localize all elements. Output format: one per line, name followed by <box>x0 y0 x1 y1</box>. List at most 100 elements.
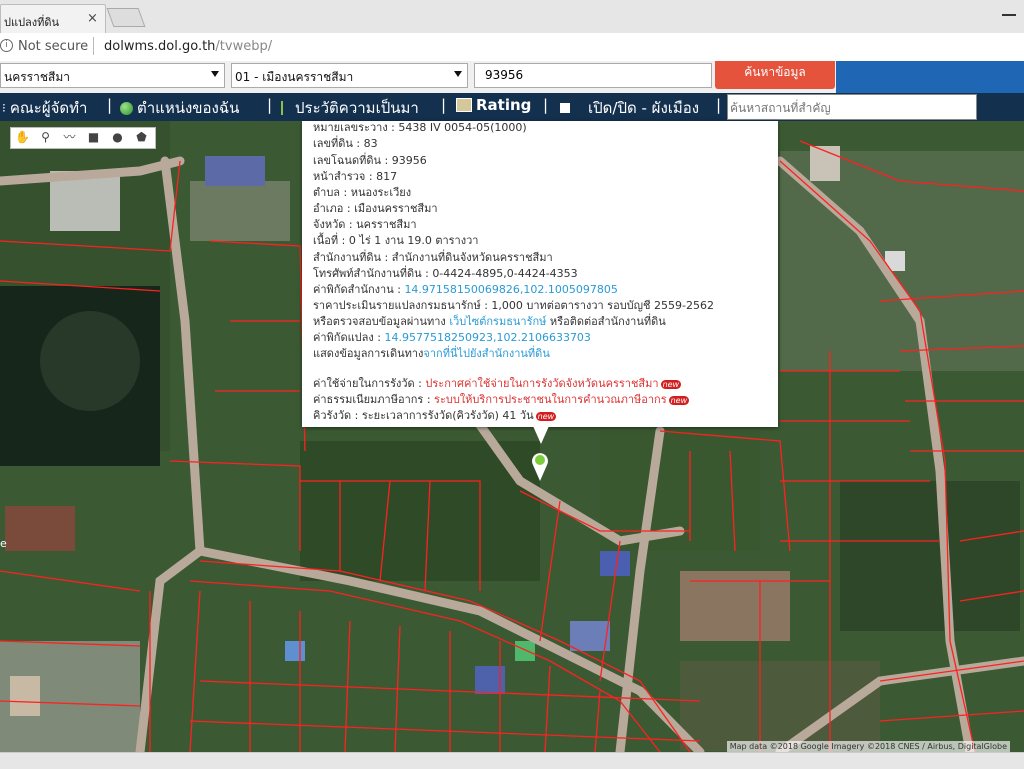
popup-pointer <box>533 426 549 444</box>
field-label: อำเภอ <box>313 202 344 215</box>
nav-separator: | <box>441 96 447 114</box>
marker-icon[interactable]: ⚲ <box>39 131 52 144</box>
nav-separator: | <box>716 96 722 114</box>
field-label: เลขโฉนดที่ดิน <box>313 154 381 167</box>
province-select[interactable]: นครราชสีมา <box>0 63 225 88</box>
district-select[interactable]: 01 - เมืองนครราชสีมา <box>231 63 468 88</box>
new-badge: new <box>660 380 682 389</box>
map-attribution: Map data ©2018 Google Imagery ©2018 CNES… <box>726 741 1010 752</box>
field-value: 5438 IV 0054-05(1000) <box>398 121 527 134</box>
pan-icon[interactable]: ✋ <box>15 131 30 144</box>
field-text: หรือติดต่อสำนักงานที่ดิน <box>549 315 666 328</box>
parcel-info-popup: หมายเลขระวาง : 5438 IV 0054-05(1000) เลข… <box>302 121 778 427</box>
field-label: หน้าสำรวจ <box>313 170 366 183</box>
field-label: ค่าธรรมเนียมภาษีอากร <box>313 393 424 406</box>
polyline-icon[interactable]: 〰 <box>63 131 76 144</box>
field-value: 83 <box>363 137 378 150</box>
nav-separator: | <box>543 96 549 114</box>
province-value: นครราชสีมา <box>4 70 70 84</box>
info-icon[interactable]: i <box>0 39 13 52</box>
field-label: เลขที่ดิน <box>313 137 353 150</box>
header-panel <box>836 61 1024 93</box>
field-label: เนื้อที่ <box>313 234 339 247</box>
status-bar <box>0 752 1024 769</box>
search-form: นครราชสีมา 01 - เมืองนครราชสีมา 93956 ค้… <box>0 61 1024 93</box>
parcel-coord-link[interactable]: 14.9577518250923,102.2106633703 <box>384 331 590 344</box>
treasury-website-link[interactable]: เว็บไซต์กรมธนารักษ์ <box>449 315 546 328</box>
route-row: แสดงข้อมูลการเดินทางจากที่นี่ไปยังสำนักง… <box>313 344 550 362</box>
nav-separator: | <box>267 96 273 114</box>
route-link[interactable]: จากที่นี่ไปยังสำนักงานที่ดิน <box>423 347 549 360</box>
nav-label: คณะผู้จัดทำ <box>9 99 88 117</box>
field-value: 817 <box>376 170 398 183</box>
divider <box>93 37 94 55</box>
place-search-input[interactable]: ค้นหาสถานที่สำคัญ <box>727 94 977 120</box>
sprout-icon <box>281 101 291 115</box>
address-bar[interactable]: i Not secure dolwms.dol.go.th/tvwebp/ <box>0 33 1024 62</box>
new-tab-button[interactable] <box>106 8 146 27</box>
nav-label: เปิด/ปิด - ผังเมือง <box>588 99 700 117</box>
dropdown-arrow-icon <box>211 71 219 77</box>
office-coord-link[interactable]: 14.97158150069826,102.1005097805 <box>404 283 617 296</box>
field-label: แสดงข้อมูลการเดินทาง <box>313 347 424 360</box>
field-label: หมายเลขระวาง <box>313 121 388 134</box>
nav-separator: | <box>107 96 113 114</box>
nav-item-zoning-toggle[interactable]: เปิด/ปิด - ผังเมือง <box>560 96 699 120</box>
tax-calculator-link[interactable]: ระบบให้บริการประชาชนในการคำนวณภาษีอากร <box>434 393 667 406</box>
field-value: สำนักงานที่ดินจังหวัดนครราชสีมา <box>391 251 553 264</box>
nav-label: ตำแหน่งของฉัน <box>137 99 240 117</box>
chart-icon <box>456 98 472 112</box>
field-label: โทรศัพท์สำนักงานที่ดิน <box>313 267 422 280</box>
tab-title: ปแปลงที่ดิน <box>4 16 60 29</box>
field-label: ค่าใช้จ่ายในการรังวัด <box>313 377 415 390</box>
info-icon: ⁝ <box>2 101 6 115</box>
survey-queue-row: คิวรังวัด : ระยะเวลาการรังวัด(คิวรังวัด)… <box>313 409 557 422</box>
url-text[interactable]: dolwms.dol.go.th/tvwebp/ <box>104 39 272 54</box>
browser-tab-strip: ปแปลงที่ดิน × <box>0 0 1024 34</box>
field-value: เมืองนครราชสีมา <box>354 202 438 215</box>
map-side-label: e <box>0 537 7 550</box>
area-row: เนื้อที่ : 0 ไร่ 1 งาน 19.0 ตารางวา <box>313 234 479 247</box>
drawing-toolbar: ✋ ⚲ 〰 ■ ● ⬟ <box>10 127 156 149</box>
field-value: 0 ไร่ 1 งาน 19.0 ตารางวา <box>348 234 479 247</box>
polygon-icon[interactable]: ⬟ <box>135 131 148 144</box>
nav-label: ประวัติความเป็นมา <box>295 99 419 117</box>
field-value: ระยะเวลาการรังวัด(คิวรังวัด) 41 วัน <box>361 409 534 422</box>
deed-number-input[interactable]: 93956 <box>474 63 712 88</box>
dropdown-arrow-icon <box>454 71 462 77</box>
field-label: ตำบล <box>313 186 341 199</box>
url-path: /tvwebp/ <box>215 39 273 54</box>
new-badge: new <box>535 412 557 421</box>
field-value: 0-4424-4895,0-4424-4353 <box>432 267 578 280</box>
url-host: dolwms.dol.go.th <box>104 39 216 54</box>
nav-item-credits[interactable]: ⁝ คณะผู้จัดทำ <box>2 96 87 120</box>
new-badge: new <box>668 396 690 405</box>
field-label: ค่าพิกัดแปลง <box>313 331 374 344</box>
nav-label: Rating <box>476 96 532 114</box>
place-search-placeholder: ค้นหาสถานที่สำคัญ <box>730 101 831 115</box>
close-tab-icon[interactable]: × <box>87 11 98 26</box>
main-nav: ⁝ คณะผู้จัดทำ | ตำแหน่งของฉัน | ประวัติค… <box>0 93 1024 121</box>
field-label: จังหวัด <box>313 218 346 231</box>
nav-item-rating[interactable]: Rating <box>456 96 531 114</box>
district-value: 01 - เมืองนครราชสีมา <box>235 70 354 84</box>
field-label: หรือตรวจสอบข้อมูลผ่านทาง <box>313 315 446 328</box>
browser-tab[interactable]: ปแปลงที่ดิน × <box>0 4 106 34</box>
field-label: คิวรังวัด <box>313 409 352 422</box>
field-label: ค่าพิกัดสำนักงาน <box>313 283 394 296</box>
globe-icon <box>120 101 133 115</box>
nav-item-my-location[interactable]: ตำแหน่งของฉัน <box>120 96 239 120</box>
rectangle-icon[interactable]: ■ <box>87 131 100 144</box>
nav-item-history[interactable]: ประวัติความเป็นมา <box>281 96 419 120</box>
field-value: หนองระเวียง <box>350 186 412 199</box>
minimize-icon[interactable] <box>998 8 1020 20</box>
field-label: สำนักงานที่ดิน <box>313 251 382 264</box>
circle-icon[interactable]: ● <box>111 131 124 144</box>
field-value: นครราชสีมา <box>356 218 417 231</box>
security-label[interactable]: Not secure <box>18 39 88 54</box>
search-button[interactable]: ค้นหาข้อมูล <box>715 61 835 89</box>
field-value: 93956 <box>391 154 427 167</box>
survey-fee-link[interactable]: ประกาศค่าใช้จ่ายในการรังวัดจังหวัดนครราช… <box>425 377 658 390</box>
deed-number-value: 93956 <box>485 68 524 82</box>
checkbox-icon[interactable] <box>560 103 570 113</box>
